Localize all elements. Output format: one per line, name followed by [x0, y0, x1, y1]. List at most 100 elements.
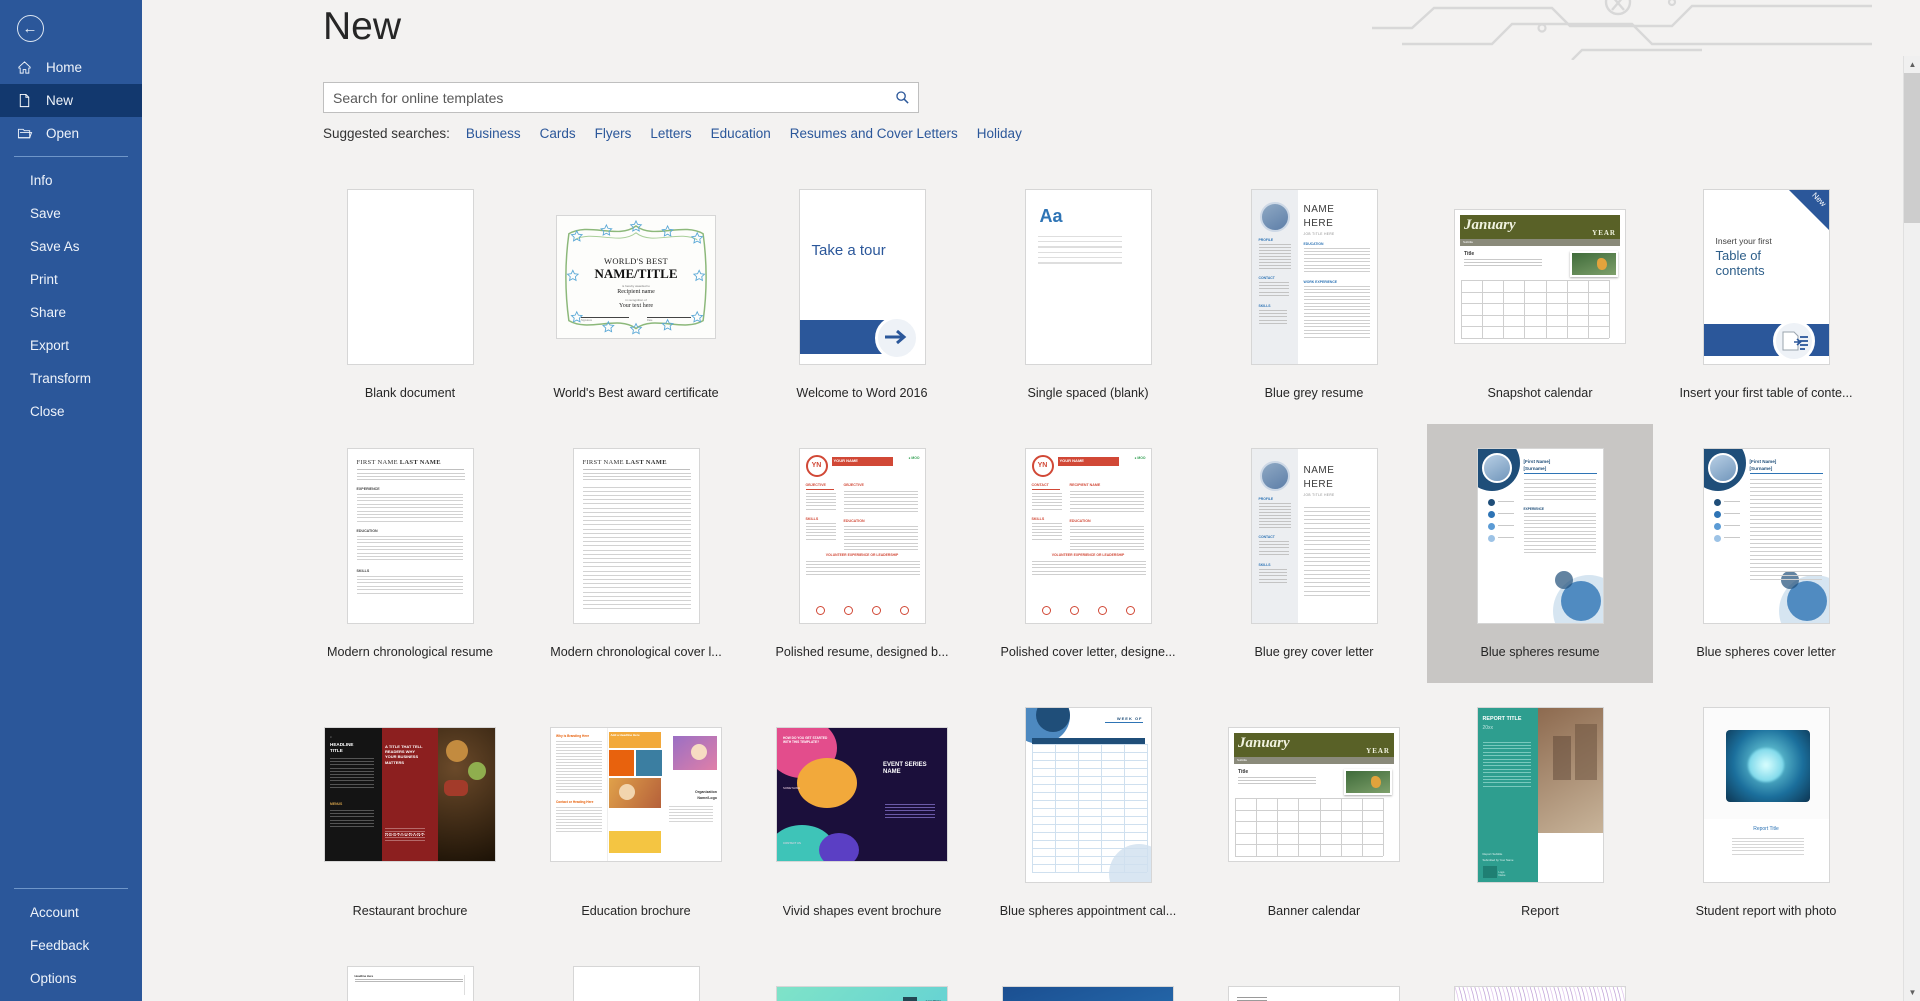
sidebar-item-save-as[interactable]: Save As	[0, 230, 142, 263]
template-label: Blue grey resume	[1264, 386, 1364, 400]
toc-line2: Table of	[1715, 247, 1762, 263]
suggested-search-business[interactable]: Business	[466, 126, 521, 141]
template-thumbnail: YN YOUR NAME ● MOO CONTACT RECIPIENT NAM…	[975, 429, 1201, 642]
sidebar-item-transform[interactable]: Transform	[0, 362, 142, 395]
template-card[interactable]: January YEAR Subtitle Title Snapshot cal…	[1427, 165, 1653, 424]
sidebar-item-open[interactable]: Open	[0, 117, 142, 150]
template-card[interactable]: WORLD'S BEST NAME/TITLE is hereby awarde…	[523, 165, 749, 424]
sidebar-item-account[interactable]: Account	[0, 896, 142, 929]
template-card[interactable]	[1653, 942, 1879, 1001]
sidebar-item-label: Save	[30, 206, 61, 221]
template-label: Blue spheres resume	[1480, 645, 1600, 659]
report-year: 20xx	[1482, 724, 1494, 731]
scroll-down-arrow-icon[interactable]: ▼	[1904, 984, 1920, 1001]
search-button[interactable]	[887, 83, 918, 112]
template-card[interactable]: Why is Branding Here Contact or Heading …	[523, 683, 749, 942]
suggested-search-cards[interactable]: Cards	[540, 126, 576, 141]
template-thumbnail	[297, 170, 523, 383]
template-card[interactable]: YN YOUR NAME ● MOO OBJECTIVE OBJECTIVE S…	[749, 424, 975, 683]
appointment-weekof: WEEK OF	[1116, 715, 1143, 721]
sidebar-item-options[interactable]: Options	[0, 962, 142, 995]
template-thumbnail: Aa	[975, 170, 1201, 383]
sidebar-item-feedback[interactable]: Feedback	[0, 929, 142, 962]
template-card[interactable]: Report Title Student report with photo	[1653, 683, 1879, 942]
template-card[interactable]: Aa Single spaced (blank)	[975, 165, 1201, 424]
polished-moo: ● MOO	[1134, 455, 1146, 460]
sidebar-item-close[interactable]: Close	[0, 395, 142, 428]
template-thumbnail	[1653, 947, 1879, 1001]
template-card[interactable]: [First Name] [Surname] EXPERIENCE Blue s…	[1427, 424, 1653, 683]
template-thumbnail: INVOICE Your Company Logo Name DATE INVO…	[749, 947, 975, 1001]
template-preview	[346, 188, 474, 365]
sidebar-item-label: Transform	[30, 371, 92, 386]
template-card[interactable]: PROFILE CONTACT SKILLS NAME HERE JOB TIT…	[1201, 165, 1427, 424]
template-card[interactable]: Blank document	[297, 165, 523, 424]
sidebar-item-export[interactable]: Export	[0, 329, 142, 362]
template-preview: HOW DO YOU GET STARTED WITH THIS TEMPLAT…	[776, 727, 948, 862]
scrollbar-thumb[interactable]	[1904, 73, 1920, 223]
calendar-title: Title	[1464, 251, 1475, 257]
template-preview: [First Name] [Surname]	[1702, 447, 1830, 624]
resume-name-line1: NAME	[1303, 464, 1335, 476]
template-card[interactable]: REPORT TITLE 20xx Report Subtitle Submit…	[1427, 683, 1653, 942]
template-card[interactable]: Headline Here	[297, 942, 523, 1001]
template-card[interactable]: YN YOUR NAME ● MOO CONTACT RECIPIENT NAM…	[975, 424, 1201, 683]
search-icon	[896, 91, 909, 104]
template-thumbnail: Insert your first Table of contents New	[1653, 170, 1879, 383]
suggested-search-letters[interactable]: Letters	[650, 126, 691, 141]
sidebar-item-new[interactable]: New	[0, 84, 142, 117]
template-card[interactable]: HOW DO YOU GET STARTED WITH THIS TEMPLAT…	[749, 683, 975, 942]
template-card[interactable]	[523, 942, 749, 1001]
template-card[interactable]: × HEADLINE TITLE MENUS A TITLE THAT TELL…	[297, 683, 523, 942]
template-card[interactable]: WEEK OF Blue spheres appointment cal...	[975, 683, 1201, 942]
suggested-search-resumes-and-cover-letters[interactable]: Resumes and Cover Letters	[790, 126, 958, 141]
toc-line3: contents	[1715, 262, 1765, 278]
back-button[interactable]: ←	[7, 5, 53, 51]
education-org2: Name/Logo	[697, 796, 717, 800]
sidebar-item-info[interactable]: Info	[0, 164, 142, 197]
template-card[interactable]: [First Name] [Surname] Blue spheres cove…	[1653, 424, 1879, 683]
sidebar-item-home[interactable]: Home	[0, 51, 142, 84]
modern-first: FIRST NAME	[356, 458, 398, 466]
vertical-scrollbar[interactable]: ▲ ▼	[1903, 56, 1920, 1001]
template-label: Snapshot calendar	[1487, 386, 1593, 400]
template-thumbnail: PROFILE CONTACT SKILLS NAME HERE JOB TIT…	[1201, 170, 1427, 383]
template-thumbnail: January YEAR Subtitle Title	[1201, 688, 1427, 901]
template-card[interactable]: PROFILE CONTACT SKILLS NAME HERE JOB TIT…	[1201, 424, 1427, 683]
education-org1: Organization	[695, 790, 717, 794]
template-label: Modern chronological cover l...	[550, 645, 722, 659]
suggested-search-education[interactable]: Education	[711, 126, 771, 141]
backstage-sidebar: ← Home New Open Info Save Save As Print …	[0, 0, 142, 1001]
template-card[interactable]: INVOICE Your Company Logo Name DATE INVO…	[749, 942, 975, 1001]
template-card[interactable]: January YEAR Subtitle Title Banner calen…	[1201, 683, 1427, 942]
search-box	[323, 82, 919, 113]
aa-sample: Aa	[1039, 205, 1063, 226]
template-card[interactable]: Insert your first Table of contents New I…	[1653, 165, 1879, 424]
template-thumbnail: [First Name] [Surname]	[1653, 429, 1879, 642]
sidebar-item-print[interactable]: Print	[0, 263, 142, 296]
search-input[interactable]	[323, 82, 919, 113]
suggested-search-flyers[interactable]: Flyers	[595, 126, 632, 141]
sidebar-item-label: Info	[30, 173, 53, 188]
template-thumbnail	[523, 947, 749, 1001]
sidebar-item-save[interactable]: Save	[0, 197, 142, 230]
suggested-search-holiday[interactable]: Holiday	[977, 126, 1022, 141]
template-card[interactable]: LOGO HERE	[975, 942, 1201, 1001]
template-card[interactable]: Company Name	[1201, 942, 1427, 1001]
scroll-up-arrow-icon[interactable]: ▲	[1904, 56, 1920, 73]
template-grid: Blank document WORLD'S BEST NAME/TITLE i…	[297, 165, 1920, 1001]
sidebar-item-share[interactable]: Share	[0, 296, 142, 329]
modern-last: LAST NAME	[625, 458, 667, 466]
suggested-searches-label: Suggested searches:	[323, 126, 450, 141]
polished-name: YOUR NAME	[833, 457, 858, 463]
template-thumbnail: January YEAR Subtitle Title	[1427, 170, 1653, 383]
template-label: Restaurant brochure	[352, 904, 468, 918]
template-card[interactable]: Take a tour Welcome to Word 2016	[749, 165, 975, 424]
template-card[interactable]	[1427, 942, 1653, 1001]
template-card[interactable]: FIRST NAME LAST NAME Modern chronologica…	[523, 424, 749, 683]
calendar-year: YEAR	[1366, 747, 1390, 755]
template-card[interactable]: FIRST NAME LAST NAME EXPERIENCE EDUCATION…	[297, 424, 523, 683]
sidebar-item-label: New	[46, 93, 74, 108]
template-preview	[572, 965, 700, 1001]
new-badge-ribbon	[1788, 189, 1829, 230]
